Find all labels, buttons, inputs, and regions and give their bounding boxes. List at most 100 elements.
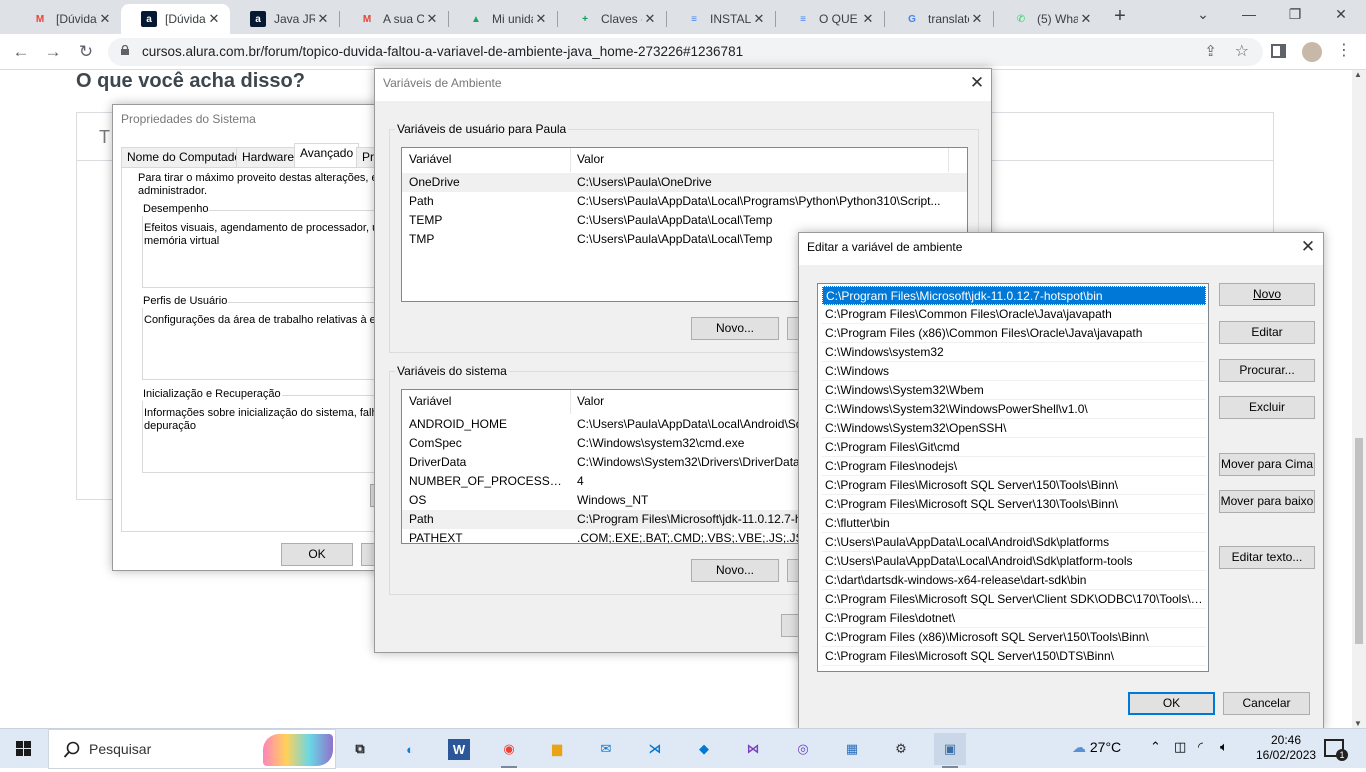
browser-tab[interactable]: + Claves - ✕ [557,4,666,34]
weather-widget[interactable]: ☁ 27°C [1072,739,1121,756]
list-item[interactable]: C:\Program Files (x86)\Common Files\Orac… [822,324,1206,343]
volume-icon[interactable]: 🔈︎ [1220,739,1228,755]
bookmark-star-icon[interactable]: ☆ [1235,41,1249,61]
column-divider[interactable] [570,148,571,172]
list-item[interactable]: C:\Windows\system32 [822,343,1206,362]
list-item[interactable]: C:\Program Files\Microsoft SQL Server\15… [822,476,1206,495]
column-header-variable[interactable]: Variável [409,152,451,166]
list-item[interactable]: C:\Windows [822,362,1206,381]
meet-now-icon[interactable]: ◫ [1174,739,1186,755]
scroll-down-arrow-icon[interactable]: ▼ [1354,719,1362,728]
settings-gear-icon[interactable]: ⚙ [885,733,917,765]
list-item[interactable]: C:\dart\dartsdk-windows-x64-release\dart… [822,571,1206,590]
tab-close-icon[interactable]: ✕ [969,11,985,27]
restore-button[interactable]: ❐ [1272,0,1318,30]
ok-button[interactable]: OK [281,543,353,566]
chrome-icon[interactable]: ◉ [493,733,525,768]
tab-close-icon[interactable]: ✕ [642,11,658,27]
tab-close-icon[interactable]: ✕ [424,11,440,27]
vscode-icon[interactable]: ⋊ [639,733,671,765]
share-icon[interactable]: ⇪ [1204,42,1217,60]
reload-icon[interactable]: ↻ [75,41,97,63]
cancel-button[interactable]: Cancelar [1223,692,1310,715]
browse-button[interactable]: Procurar... [1219,359,1315,382]
browser-tab[interactable]: ✆ (5) What✕ [993,4,1102,34]
list-item[interactable]: C:\Program Files\Microsoft SQL Server\Cl… [822,590,1206,609]
edit-button[interactable]: Editar [1219,321,1315,344]
browser-tab[interactable]: Gtranslate✕ [884,4,993,34]
close-icon[interactable]: ✕ [965,72,989,94]
table-row[interactable]: TEMP C:\Users\Paula\AppData\Local\Temp [402,211,967,230]
list-item[interactable]: C:\Users\Paula\AppData\Local\Android\Sdk… [822,533,1206,552]
edit-text-button[interactable]: Editar texto... [1219,546,1315,569]
column-divider[interactable] [570,390,571,414]
move-up-button[interactable]: Mover para Cima [1219,453,1315,476]
close-icon[interactable]: ✕ [1296,236,1320,258]
tab-close-icon[interactable]: ✕ [533,11,549,27]
edge-icon[interactable]: ◐ [394,733,426,765]
notifications-icon[interactable]: 1 [1324,739,1348,761]
path-entries-list[interactable]: C:\Program Files\Microsoft\jdk-11.0.12.7… [817,283,1209,672]
tab-hardware[interactable]: Hardware [236,147,301,167]
tab-close-icon[interactable]: ✕ [860,11,876,27]
taskbar-search-box[interactable]: Pesquisar [48,729,336,769]
system-properties-taskbar-icon[interactable]: ▣ [934,733,966,768]
browser-tab[interactable]: ≡ INSTALA✕ [666,4,775,34]
task-view-icon[interactable]: ⧉ [344,733,376,765]
address-bar[interactable]: cursos.alura.com.br/forum/topico-duvida-… [108,38,1263,66]
forward-arrow-icon[interactable]: → [42,41,64,63]
list-item[interactable]: C:\Program Files\nodejs\ [822,457,1206,476]
new-button[interactable]: Novo [1219,283,1315,306]
new-tab-button[interactable]: + [1110,5,1130,29]
tab-close-icon[interactable]: ✕ [315,11,331,27]
table-row[interactable]: OneDrive C:\Users\Paula\OneDrive [402,173,967,192]
wifi-icon[interactable]: ◜ [1198,739,1203,755]
tab-search-icon[interactable]: ⌄ [1180,0,1226,30]
list-item[interactable]: C:\Windows\System32\Wbem [822,381,1206,400]
user-new-button[interactable]: Novo... [691,317,779,340]
list-item[interactable]: C:\Program Files\Git\cmd [822,438,1206,457]
side-panel-icon[interactable] [1271,44,1286,58]
tab-close-icon[interactable]: ✕ [206,11,222,27]
tab-close-icon[interactable]: ✕ [751,11,767,27]
tab-computer-name[interactable]: Nome do Computador [121,147,252,167]
column-header-value[interactable]: Valor [577,152,604,166]
browser-tab[interactable]: ≡ O QUE É✕ [775,4,884,34]
list-item[interactable]: C:\Program Files\Microsoft\jdk-11.0.12.7… [822,286,1206,305]
chevron-up-icon[interactable]: ⌃ [1150,739,1161,755]
list-item[interactable]: C:\Program Files\dotnet\ [822,609,1206,628]
app-icon[interactable]: ◆ [688,733,720,765]
browser-tab[interactable]: M [Dúvida] ✕ [12,4,121,34]
list-item[interactable]: C:\Program Files\Microsoft SQL Server\15… [822,647,1206,666]
column-header-value[interactable]: Valor [577,394,604,408]
control-panel-icon[interactable]: ▦ [836,733,868,765]
minimize-button[interactable]: — [1226,0,1272,30]
list-item[interactable]: C:\Program Files\Common Files\Oracle\Jav… [822,305,1206,324]
file-explorer-icon[interactable]: ▆ [541,733,573,765]
tab-advanced[interactable]: Avançado [294,143,360,167]
scrollbar-thumb[interactable] [1355,438,1363,644]
back-arrow-icon[interactable]: ← [10,41,32,63]
scroll-up-arrow-icon[interactable]: ▲ [1354,70,1362,79]
column-header-variable[interactable]: Variável [409,394,451,408]
delete-button[interactable]: Excluir [1219,396,1315,419]
browser-tab[interactable]: M A sua Co✕ [339,4,448,34]
browser-tab[interactable]: ▲ Mi unida ✕ [448,4,557,34]
browser-tab[interactable]: a [Dúvida] ✕ [121,4,230,34]
ok-button[interactable]: OK [1128,692,1215,715]
column-divider[interactable] [948,148,949,172]
system-new-button[interactable]: Novo... [691,559,779,582]
profile-avatar[interactable] [1302,42,1322,62]
table-row[interactable]: Path C:\Users\Paula\AppData\Local\Program… [402,192,967,211]
clock[interactable]: 20:46 16/02/2023 [1256,733,1316,763]
start-button[interactable] [0,729,48,769]
tab-close-icon[interactable]: ✕ [1078,11,1094,27]
list-item[interactable]: C:\Users\Paula\AppData\Local\Android\Sdk… [822,552,1206,571]
tab-close-icon[interactable]: ✕ [97,11,113,27]
browser-app-icon[interactable]: ◎ [787,733,819,765]
move-down-button[interactable]: Mover para baixo [1219,490,1315,513]
close-window-button[interactable]: ✕ [1318,0,1364,30]
list-item[interactable]: C:\Program Files (x86)\Microsoft SQL Ser… [822,628,1206,647]
page-scrollbar[interactable]: ▲ ▼ [1352,70,1366,728]
word-icon[interactable]: W [443,733,475,765]
